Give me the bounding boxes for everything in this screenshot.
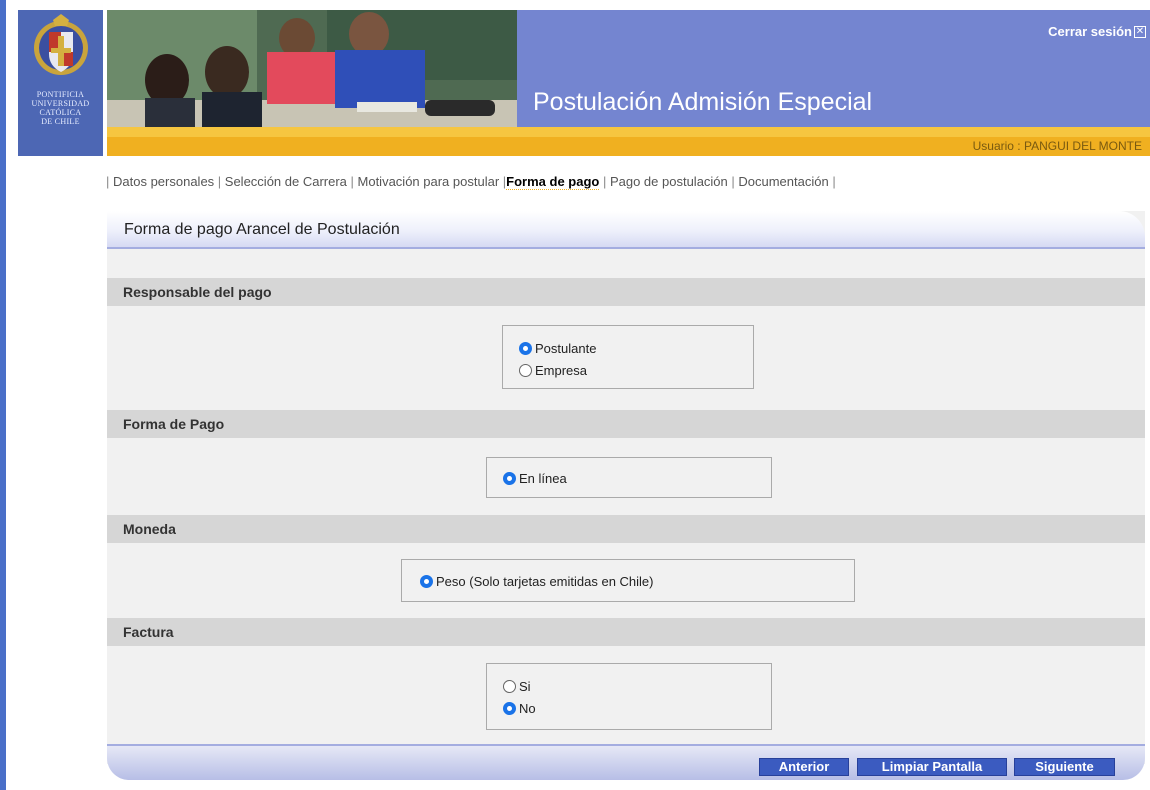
section-moneda-header: Moneda bbox=[107, 515, 1145, 543]
step-navigation: | Datos personales | Selección de Carrer… bbox=[106, 174, 836, 190]
students-photo-image bbox=[107, 10, 517, 127]
section-responsable-header: Responsable del pago bbox=[107, 278, 1145, 306]
nav-separator: | bbox=[106, 174, 113, 189]
app-title: Postulación Admisión Especial bbox=[533, 88, 873, 116]
nav-separator: | bbox=[214, 174, 225, 189]
nav-separator: | bbox=[828, 174, 836, 189]
panel-title: Forma de pago Arancel de Postulación bbox=[124, 221, 400, 238]
university-name: PONTIFICIA UNIVERSIDAD CATÓLICA DE CHILE bbox=[32, 90, 90, 126]
radio-postulante[interactable]: Postulante bbox=[519, 337, 753, 359]
radio-label: Empresa bbox=[535, 362, 588, 378]
radio-selected-icon bbox=[420, 574, 433, 588]
radio-unselected-icon bbox=[519, 363, 532, 377]
radio-selected-icon bbox=[503, 701, 516, 715]
radio-selected-icon bbox=[503, 471, 516, 485]
nav-item-pago-postulacion[interactable]: Pago de postulación bbox=[610, 174, 728, 189]
nav-item-seleccion-carrera[interactable]: Selección de Carrera bbox=[225, 174, 347, 189]
panel-footer: Anterior Limpiar Pantalla Siguiente bbox=[107, 744, 1145, 780]
header-photo bbox=[107, 10, 517, 127]
radio-selected-icon bbox=[519, 341, 532, 355]
section-title: Responsable del pago bbox=[123, 284, 272, 300]
radio-empresa[interactable]: Empresa bbox=[519, 359, 753, 381]
university-logo: PONTIFICIA UNIVERSIDAD CATÓLICA DE CHILE bbox=[18, 10, 103, 156]
payment-form-panel: Forma de pago Arancel de Postulación Res… bbox=[107, 211, 1145, 780]
user-bar: Usuario : PANGUI DEL MONTE bbox=[107, 127, 1150, 156]
responsable-options: Postulante Empresa bbox=[502, 325, 754, 389]
nav-item-motivacion[interactable]: Motivación para postular bbox=[358, 174, 500, 189]
anterior-button[interactable]: Anterior bbox=[759, 758, 849, 776]
left-edge-bar bbox=[0, 0, 6, 790]
crest-line: DE CHILE bbox=[41, 117, 80, 126]
crest-line: PONTIFICIA bbox=[36, 90, 85, 99]
radio-label: Peso (Solo tarjetas emitidas en Chile) bbox=[436, 573, 654, 589]
panel-header: Forma de pago Arancel de Postulación bbox=[107, 211, 1145, 249]
nav-separator: | bbox=[599, 174, 610, 189]
crest-icon bbox=[33, 14, 88, 75]
section-title: Factura bbox=[123, 624, 174, 640]
close-icon: ✕ bbox=[1134, 25, 1146, 38]
radio-peso[interactable]: Peso (Solo tarjetas emitidas en Chile) bbox=[420, 570, 854, 592]
user-bar-stripe bbox=[107, 127, 1150, 137]
section-title: Moneda bbox=[123, 521, 176, 537]
section-factura-header: Factura bbox=[107, 618, 1145, 646]
siguiente-button[interactable]: Siguiente bbox=[1014, 758, 1115, 776]
nav-item-documentacion[interactable]: Documentación bbox=[738, 174, 828, 189]
page-header: PONTIFICIA UNIVERSIDAD CATÓLICA DE CHILE… bbox=[18, 10, 1150, 156]
nav-item-datos-personales[interactable]: Datos personales bbox=[113, 174, 214, 189]
radio-label: Si bbox=[519, 678, 531, 694]
user-label: Usuario : PANGUI DEL MONTE bbox=[972, 139, 1142, 153]
radio-label: Postulante bbox=[535, 340, 597, 356]
nav-item-forma-de-pago[interactable]: Forma de pago bbox=[506, 174, 600, 190]
logout-link[interactable]: Cerrar sesión ✕ bbox=[1048, 24, 1146, 39]
logout-label: Cerrar sesión bbox=[1048, 24, 1132, 39]
radio-si[interactable]: Si bbox=[503, 675, 771, 697]
nav-separator: | bbox=[346, 174, 358, 189]
radio-en-linea[interactable]: En línea bbox=[503, 467, 771, 489]
crest-line: UNIVERSIDAD bbox=[31, 99, 90, 108]
radio-no[interactable]: No bbox=[503, 697, 771, 719]
factura-options: Si No bbox=[486, 663, 772, 730]
radio-label: En línea bbox=[519, 470, 567, 486]
header-banner: Cerrar sesión ✕ Postulación Admisión Esp… bbox=[517, 10, 1150, 127]
section-forma-pago-header: Forma de Pago bbox=[107, 410, 1145, 438]
section-title: Forma de Pago bbox=[123, 416, 225, 432]
moneda-options: Peso (Solo tarjetas emitidas en Chile) bbox=[401, 559, 855, 602]
radio-label: No bbox=[519, 700, 536, 716]
limpiar-pantalla-button[interactable]: Limpiar Pantalla bbox=[857, 758, 1007, 776]
crest-line: CATÓLICA bbox=[39, 108, 82, 117]
forma-pago-options: En línea bbox=[486, 457, 772, 498]
nav-separator: | bbox=[727, 174, 739, 189]
radio-unselected-icon bbox=[503, 679, 516, 693]
